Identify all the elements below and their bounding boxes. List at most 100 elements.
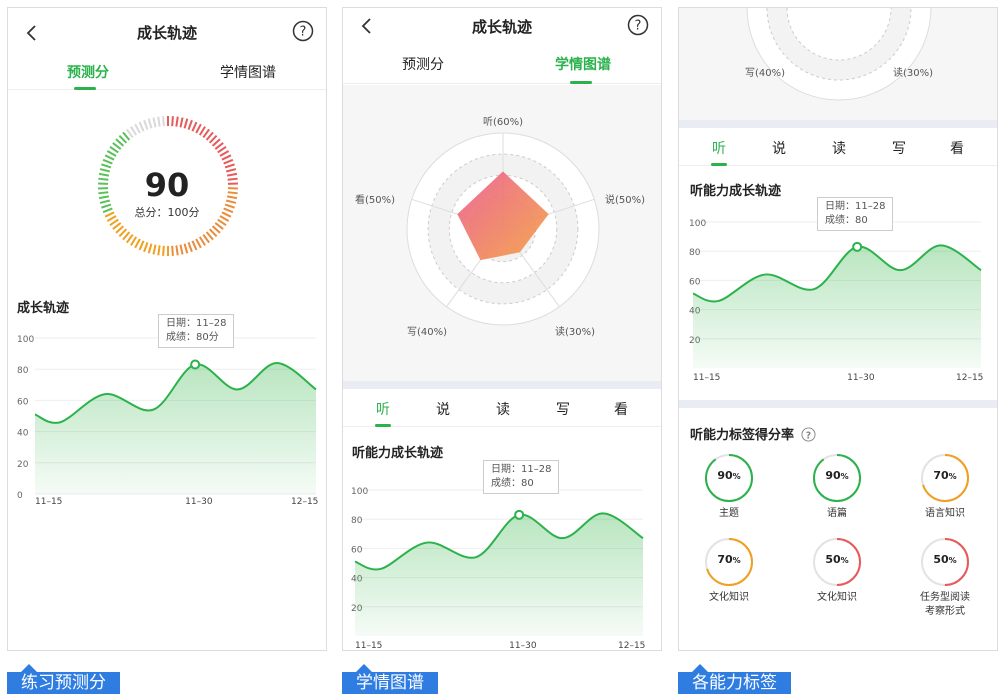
tag-label: 任务型阅读 考察形式 — [920, 592, 970, 617]
x-tick-label: 12–15 — [291, 497, 318, 507]
active-skill-indicator — [375, 424, 391, 427]
y-tick-label: 100 — [351, 487, 368, 497]
gauge-tick — [143, 119, 149, 130]
gauge-tick — [109, 218, 119, 226]
radar-label-look: 看(50%) — [355, 193, 395, 206]
chart-tooltip: 日期：11–28 成绩：80 — [817, 197, 894, 231]
chart-tooltip: 日期：11–28 成绩：80 — [483, 460, 560, 494]
svg-text:?: ? — [805, 430, 810, 441]
gauge-tick — [143, 242, 149, 253]
gauge-tick — [157, 245, 161, 256]
tab-bar: 预测分 学情图谱 — [343, 50, 661, 84]
tag-score-item: 70% 文化知识 — [679, 536, 779, 605]
ability-tags-screen: 写(40%) 读(30%) 听说读写看 听能力成长轨迹 204060801001… — [678, 7, 998, 651]
gauge-tick — [214, 222, 224, 230]
skill-tab-bar: 听说读写看 — [679, 128, 997, 166]
total-score-label: 总分：100分 — [134, 206, 200, 219]
svg-text:?: ? — [635, 19, 642, 34]
gauge-tick — [217, 146, 227, 154]
page-title: 成长轨迹 — [471, 18, 532, 36]
gauge-tick — [221, 154, 232, 161]
gauge-tick — [205, 231, 214, 241]
gauge-tick — [152, 244, 157, 255]
gauge-tick — [223, 158, 234, 165]
header: 成长轨迹 ? — [343, 8, 661, 56]
question-circle-icon[interactable]: ? — [801, 427, 816, 442]
tags-title-text: 听能力标签得分率 — [690, 428, 795, 443]
caption-prediction: 练习预测分 — [7, 664, 120, 694]
x-tick-label: 11–15 — [35, 497, 62, 507]
skill-tab[interactable]: 看 — [937, 138, 977, 158]
gauge-tick — [162, 116, 165, 127]
caption-notch — [692, 664, 708, 672]
caption-text: 练习预测分 — [21, 673, 106, 693]
gauge-tick — [118, 134, 128, 144]
question-circle-icon[interactable]: ? — [292, 20, 314, 42]
skill-tab[interactable]: 听 — [363, 399, 403, 419]
gauge-tick — [115, 138, 125, 147]
x-tick-label: 11–30 — [847, 373, 875, 383]
skill-tab[interactable]: 读 — [819, 138, 859, 158]
skill-tab[interactable]: 看 — [601, 399, 641, 419]
prediction-score-screen: 成长轨迹 ? 预测分 学情图谱 90 总分：100分 成长轨迹 0 20 40 60 8… — [7, 7, 327, 651]
gauge-tick — [134, 238, 141, 249]
ring-value: 70% — [679, 553, 779, 566]
ring-value-number: 90 — [717, 469, 733, 482]
gauge-tick — [171, 116, 174, 127]
ring-value-unit: % — [948, 472, 957, 481]
skill-tab[interactable]: 说 — [759, 138, 799, 158]
gauge-tick — [187, 119, 193, 130]
skill-tab[interactable]: 说 — [423, 399, 463, 419]
skill-tab[interactable]: 写 — [879, 138, 919, 158]
gauge-tick — [179, 117, 184, 128]
tab-prediction-score[interactable]: 预测分 — [8, 62, 168, 82]
gauge-tick — [106, 150, 117, 157]
gauge-tick — [104, 154, 115, 161]
listening-growth-chart: 2040608010011–1511–3012–15 — [689, 219, 983, 383]
question-circle-icon[interactable]: ? — [627, 14, 649, 36]
ring-wrap: 90% — [787, 452, 887, 504]
gauge-tick — [205, 131, 214, 141]
tab-prediction-score[interactable]: 预测分 — [343, 54, 503, 74]
ring-value-unit: % — [840, 556, 849, 565]
skill-tab[interactable]: 写 — [543, 399, 583, 419]
listening-growth-chart: 2040608010011–1511–3012–15 — [351, 487, 645, 651]
tab-learning-map[interactable]: 学情图谱 — [503, 54, 661, 74]
gauge-tick — [102, 158, 113, 165]
ring-wrap: 50% — [787, 536, 887, 588]
gauge-tick — [130, 236, 138, 246]
ring-value: 50% — [787, 553, 887, 566]
ring-value: 50% — [895, 553, 995, 566]
skill-tab[interactable]: 听 — [699, 138, 739, 158]
active-tab-indicator — [570, 81, 592, 84]
section-title: 听能力成长轨迹 — [690, 184, 782, 199]
ring-value-unit: % — [948, 556, 957, 565]
ring-value: 70% — [895, 469, 995, 482]
gauge-tick — [134, 123, 141, 134]
gauge-tick — [152, 117, 157, 128]
x-tick-label: 12–15 — [956, 373, 983, 383]
caption-ability-tags: 各能力标签 — [678, 664, 791, 694]
divider — [343, 381, 661, 389]
gauge-tick — [147, 118, 153, 129]
y-tick-label: 40 — [17, 429, 29, 439]
gauge-tick — [198, 126, 206, 136]
highlight-point — [190, 359, 201, 370]
ring-wrap: 70% — [895, 452, 995, 504]
gauge-tick — [195, 238, 202, 249]
radar-chart-partial — [746, 8, 932, 101]
tag-label: 语言知识 — [925, 508, 965, 519]
ring-wrap: 50% — [895, 536, 995, 588]
y-tick-label: 100 — [17, 335, 34, 345]
gauge-tick — [109, 146, 119, 154]
gauge-tick — [195, 123, 202, 134]
gauge-tick — [112, 222, 122, 230]
gauge-tick — [138, 121, 145, 132]
gauge-tick — [126, 233, 134, 244]
radar-label-read: 读(30%) — [555, 325, 595, 338]
tab-learning-map[interactable]: 学情图谱 — [168, 62, 326, 82]
ring-wrap: 70% — [679, 536, 779, 588]
skill-tab[interactable]: 读 — [483, 399, 523, 419]
ring-wrap: 90% — [679, 452, 779, 504]
x-tick-label: 12–15 — [618, 641, 645, 651]
